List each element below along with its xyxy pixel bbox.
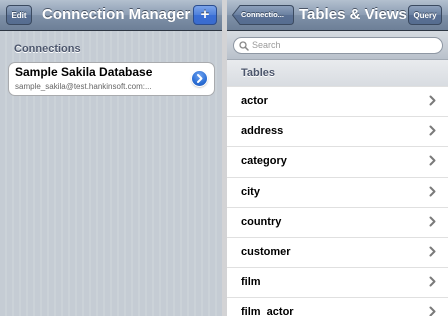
table-row[interactable]: film	[227, 267, 448, 298]
back-button-label: Connectio...	[241, 10, 284, 19]
chevron-right-icon	[429, 95, 436, 106]
search-bar: Search	[227, 31, 448, 60]
table-name: category	[241, 155, 287, 168]
table-row[interactable]: category	[227, 146, 448, 177]
navigation-bar: Edit Connection Manager +	[0, 0, 222, 31]
table-row[interactable]: country	[227, 206, 448, 237]
connection-name: Sample Sakila Database	[15, 65, 153, 79]
section-header-connections: Connections	[14, 43, 81, 55]
edit-button[interactable]: Edit	[6, 5, 32, 25]
page-title: Connection Manager	[42, 6, 191, 23]
section-header-tables: Tables	[227, 60, 448, 86]
table-row[interactable]: actor	[227, 86, 448, 116]
connection-detail: sample_sakila@test.hankinsoft.com:...	[15, 82, 152, 91]
disclosure-button-icon[interactable]	[192, 71, 207, 86]
table-row[interactable]: customer	[227, 237, 448, 267]
table-name: film	[241, 276, 261, 289]
page-title: Tables & Views	[299, 6, 407, 23]
connection-manager-screen: Edit Connection Manager + Connections Sa…	[0, 0, 222, 316]
chevron-right-icon	[429, 216, 436, 227]
section-header-label: Tables	[241, 67, 276, 79]
query-button[interactable]: Query	[408, 5, 442, 25]
table-row[interactable]: city	[227, 176, 448, 207]
chevron-right-icon	[429, 276, 436, 287]
search-input[interactable]: Search	[233, 37, 443, 54]
search-placeholder: Search	[252, 40, 281, 50]
navigation-bar: Connectio... Tables & Views Query	[227, 0, 448, 31]
table-row[interactable]: film_actor	[227, 297, 448, 316]
table-name: address	[241, 125, 284, 138]
tables-views-screen: Connectio... Tables & Views Query Search…	[227, 0, 448, 316]
chevron-right-icon	[429, 306, 436, 316]
chevron-right-icon	[429, 125, 436, 136]
table-name: city	[241, 185, 260, 198]
table-name: customer	[241, 246, 291, 258]
back-button[interactable]: Connectio...	[232, 5, 294, 25]
search-icon	[239, 41, 249, 51]
chevron-right-icon	[429, 246, 436, 257]
table-name: film_actor	[241, 306, 294, 316]
table-name: actor	[241, 95, 268, 107]
add-connection-button[interactable]: +	[193, 5, 217, 25]
chevron-right-icon	[429, 155, 436, 166]
chevron-right-icon	[429, 186, 436, 197]
connection-cell[interactable]: Sample Sakila Database sample_sakila@tes…	[8, 62, 215, 96]
table-name: country	[241, 215, 282, 228]
table-row[interactable]: address	[227, 116, 448, 147]
